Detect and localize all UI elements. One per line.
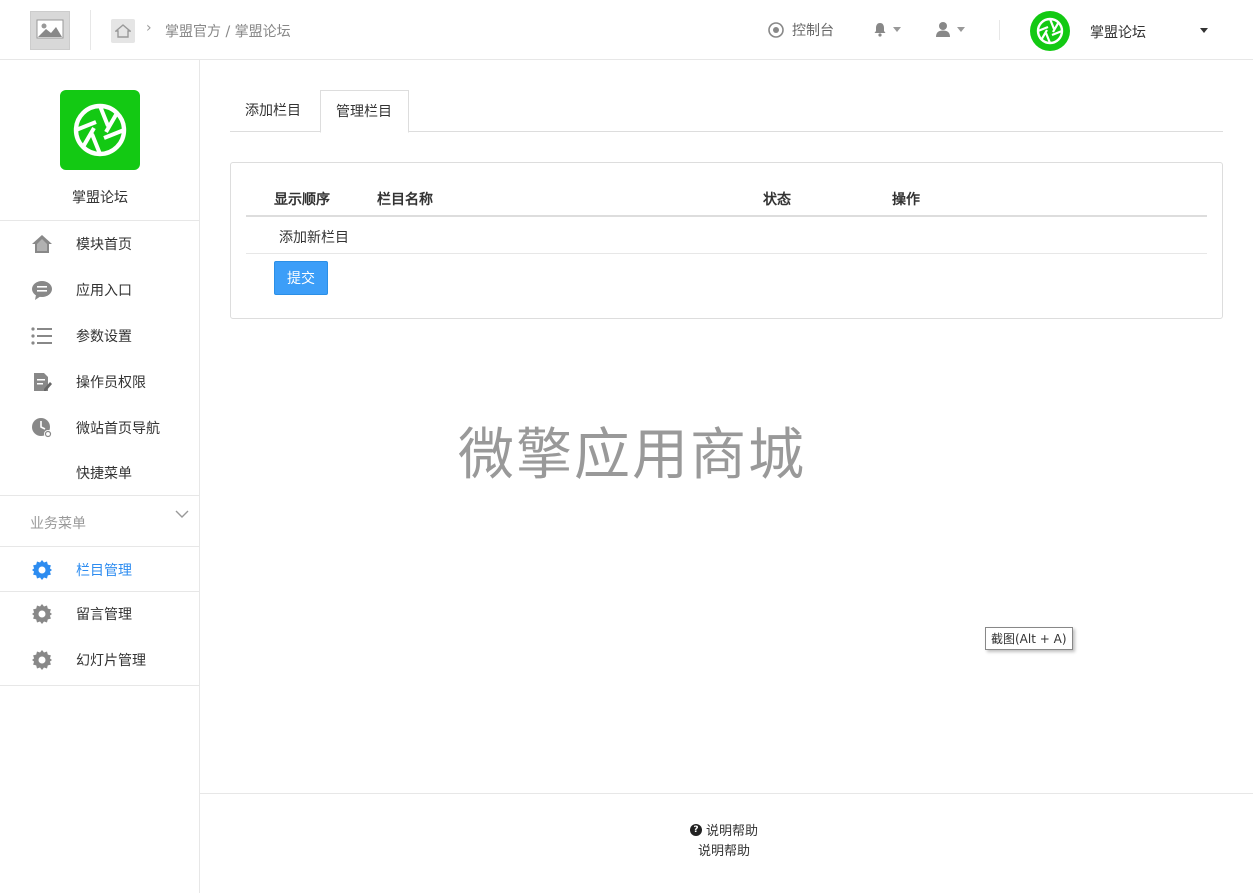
list-icon bbox=[31, 325, 53, 347]
breadcrumb-parent[interactable]: 掌盟官方 bbox=[165, 24, 221, 40]
header-divider bbox=[90, 10, 91, 50]
chevron-down-icon[interactable] bbox=[175, 508, 189, 523]
app-logo bbox=[60, 90, 140, 170]
tab-manage-columns[interactable]: 管理栏目 bbox=[320, 90, 409, 133]
gear-icon bbox=[31, 649, 53, 671]
image-placeholder-icon bbox=[36, 19, 64, 38]
column-table-panel: 显示顺序 栏目名称 状态 操作 添加新栏目 提交 bbox=[230, 162, 1223, 319]
tab-add-column[interactable]: 添加栏目 bbox=[230, 90, 320, 132]
column-header-order: 显示顺序 bbox=[274, 192, 330, 208]
clock-icon bbox=[31, 417, 53, 439]
sidebar-item-slideshow-management[interactable]: 幻灯片管理 bbox=[0, 636, 200, 682]
sidebar-item-app-entry[interactable]: 应用入口 bbox=[0, 266, 200, 312]
help-text: 说明帮助 bbox=[698, 844, 751, 859]
help-link-label: 说明帮助 bbox=[706, 824, 759, 839]
watermark: 微擎应用商城 bbox=[458, 423, 806, 488]
column-header-actions: 操作 bbox=[892, 192, 920, 208]
bell-icon bbox=[874, 23, 886, 37]
breadcrumb-separator: / bbox=[221, 24, 235, 40]
sidebar-item-column-management[interactable]: 栏目管理 bbox=[0, 546, 200, 592]
sidebar-item-module-home[interactable]: 模块首页 bbox=[0, 220, 200, 266]
gear-icon bbox=[31, 603, 53, 625]
screenshot-tooltip: 截图(Alt + A) bbox=[985, 627, 1073, 650]
table-row-divider bbox=[246, 253, 1207, 254]
sidebar-item-label: 应用入口 bbox=[76, 283, 132, 299]
shutter-icon bbox=[1036, 17, 1064, 45]
sidebar-item-parameter-settings[interactable]: 参数设置 bbox=[0, 312, 200, 358]
sidebar-item-label: 留言管理 bbox=[76, 607, 132, 623]
sidebar-item-operator-permissions[interactable]: 操作员权限 bbox=[0, 358, 200, 404]
shutter-icon bbox=[73, 103, 127, 157]
caret-down-icon bbox=[893, 27, 901, 32]
top-bar: › 掌盟官方 / 掌盟论坛 控制台 掌盟论坛 bbox=[0, 0, 1253, 60]
site-logo[interactable] bbox=[30, 11, 70, 50]
caret-down-icon bbox=[957, 26, 965, 32]
notifications-dropdown[interactable] bbox=[873, 22, 901, 37]
account-name[interactable]: 掌盟论坛 bbox=[1090, 22, 1146, 42]
user-icon bbox=[936, 22, 950, 37]
user-dropdown[interactable] bbox=[935, 21, 965, 37]
account-avatar[interactable] bbox=[1030, 11, 1070, 51]
sidebar-item-label: 模块首页 bbox=[76, 237, 132, 253]
question-icon: ? bbox=[690, 823, 702, 836]
dashboard-icon bbox=[768, 22, 784, 38]
caret-down-icon[interactable] bbox=[1200, 28, 1208, 33]
gear-icon bbox=[31, 559, 53, 581]
home-icon bbox=[115, 24, 131, 38]
sidebar-item-message-management[interactable]: 留言管理 bbox=[0, 590, 200, 636]
tab-bar: 添加栏目 管理栏目 bbox=[230, 90, 1223, 133]
section-title[interactable]: 业务菜单 bbox=[30, 513, 86, 533]
app-name: 掌盟论坛 bbox=[72, 190, 128, 206]
sidebar-item-microsite-home-nav[interactable]: 微站首页导航 bbox=[0, 404, 200, 450]
sidebar-divider bbox=[0, 495, 200, 496]
sidebar-item-label: 微站首页导航 bbox=[76, 421, 160, 437]
breadcrumb-current[interactable]: 掌盟论坛 bbox=[235, 24, 291, 40]
console-label: 控制台 bbox=[792, 23, 834, 39]
home-button[interactable] bbox=[111, 19, 135, 43]
sidebar-item-label: 快捷菜单 bbox=[76, 466, 132, 482]
console-link[interactable]: 控制台 bbox=[768, 20, 834, 40]
table-header-divider bbox=[246, 215, 1207, 217]
home-icon bbox=[31, 233, 53, 255]
column-header-status: 状态 bbox=[763, 192, 791, 208]
edit-doc-icon bbox=[31, 371, 53, 393]
sidebar-item-label: 幻灯片管理 bbox=[76, 653, 146, 669]
footer-divider bbox=[200, 793, 1253, 794]
chat-icon bbox=[31, 279, 53, 301]
submit-button[interactable]: 提交 bbox=[274, 261, 328, 295]
breadcrumb: 掌盟官方 / 掌盟论坛 bbox=[165, 21, 291, 41]
chevron-right-icon: › bbox=[146, 20, 152, 36]
sidebar-item-label: 操作员权限 bbox=[76, 375, 146, 391]
sidebar-item-quick-menu[interactable]: 快捷菜单 bbox=[0, 449, 200, 495]
help-link[interactable]: ? 说明帮助 bbox=[690, 820, 758, 839]
sidebar-divider bbox=[0, 685, 200, 686]
add-new-column-link[interactable]: 添加新栏目 bbox=[279, 227, 349, 247]
header-divider bbox=[999, 20, 1000, 40]
sidebar: 掌盟论坛 模块首页 应用入口 参数设置 操作员权限 微站首页导航 快捷菜单 业务… bbox=[0, 60, 200, 893]
sidebar-item-label: 参数设置 bbox=[76, 329, 132, 345]
sidebar-item-label: 栏目管理 bbox=[76, 563, 132, 579]
column-header-name: 栏目名称 bbox=[377, 192, 433, 208]
